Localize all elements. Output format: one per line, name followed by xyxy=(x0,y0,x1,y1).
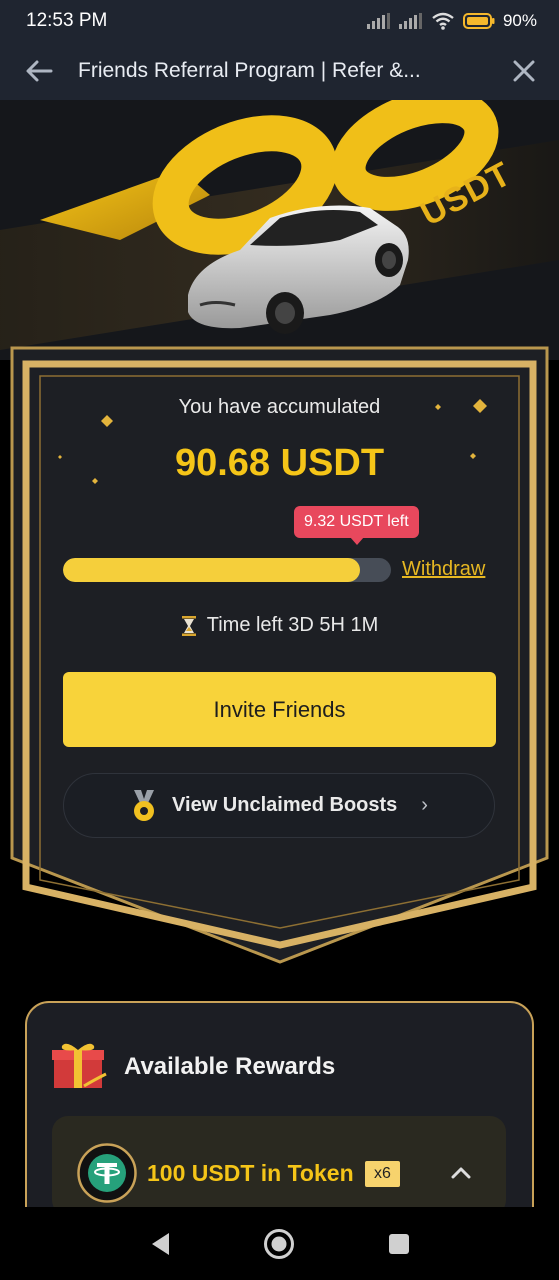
arrow-left-icon xyxy=(26,60,53,82)
reward-item-label: 100 USDT in Token xyxy=(147,1160,354,1186)
close-icon xyxy=(513,60,535,82)
hero-illustration xyxy=(0,100,559,360)
triangle-back-icon xyxy=(151,1232,169,1255)
progress-fill xyxy=(63,558,361,582)
progress-bar xyxy=(63,558,391,582)
accumulated-label: You have accumulated xyxy=(178,396,381,418)
nav-back-button[interactable] xyxy=(130,1214,190,1274)
nav-recents-button[interactable] xyxy=(369,1214,429,1274)
invite-friends-button[interactable]: Invite Friends xyxy=(63,672,496,747)
hero-banner: USDT xyxy=(0,100,559,360)
remaining-badge: 9.32 USDT left xyxy=(294,506,419,545)
status-icons: 90% xyxy=(366,11,537,31)
view-boosts-button[interactable]: View Unclaimed Boosts › xyxy=(63,773,495,838)
reward-frame xyxy=(10,346,549,964)
battery-value: 90 xyxy=(502,11,522,30)
nav-home-button[interactable] xyxy=(249,1214,309,1274)
reward-multiplier-badge: x6 xyxy=(365,1161,400,1187)
view-boosts-label: View Unclaimed Boosts xyxy=(172,794,398,816)
page-title: Friends Referral Program | Refer &... xyxy=(78,59,421,82)
battery-icon xyxy=(462,13,495,29)
gift-icon xyxy=(52,1043,107,1088)
signal-icon xyxy=(398,13,422,29)
close-button[interactable] xyxy=(489,42,559,100)
medal-icon xyxy=(134,789,155,821)
square-recents-icon xyxy=(389,1233,410,1254)
chevron-right-icon: › xyxy=(421,794,428,816)
accumulated-value: 90.68 USDT xyxy=(174,442,385,484)
withdraw-link[interactable]: Withdraw xyxy=(402,558,485,581)
app-header: Friends Referral Program | Refer &... xyxy=(0,42,559,100)
back-button[interactable] xyxy=(0,42,78,100)
system-nav-bar xyxy=(0,1207,559,1280)
rewards-title: Available Rewards xyxy=(124,1053,336,1080)
tether-icon xyxy=(77,1143,137,1203)
battery-percent: 90% xyxy=(502,11,537,30)
wifi-icon xyxy=(432,12,454,30)
status-bar: 12:53 PM 90% xyxy=(0,0,559,42)
home-circle-icon xyxy=(264,1228,295,1259)
status-time: 12:53 PM xyxy=(26,10,108,31)
collapse-button[interactable] xyxy=(444,1156,478,1190)
time-left-row: Time left 3D 5H 1M xyxy=(0,614,559,637)
hourglass-icon xyxy=(181,615,196,636)
chevron-up-icon xyxy=(451,1167,471,1179)
time-left-text: Time left 3D 5H 1M xyxy=(206,614,379,636)
signal-icon xyxy=(366,13,390,29)
